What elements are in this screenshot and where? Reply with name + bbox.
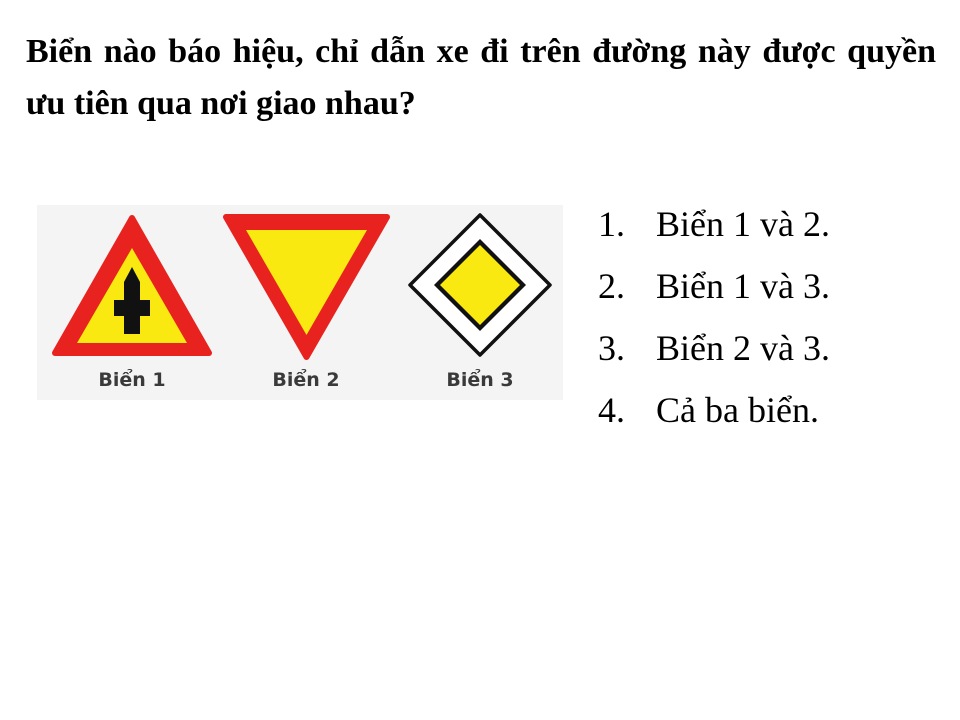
answer-list: 1. Biển 1 và 2. 2. Biển 1 và 3. 3. Biển … (598, 198, 830, 446)
answer-text: Cả ba biển. (656, 390, 819, 430)
priority-intersection-warning-icon (52, 215, 212, 356)
answer-text: Biển 1 và 2. (656, 204, 830, 244)
give-way-icon (223, 214, 390, 360)
answer-number: 3. (598, 328, 625, 368)
sign-1-caption: Biển 1 (98, 369, 166, 391)
answer-option-4[interactable]: 4. Cả ba biển. (598, 384, 830, 446)
answer-option-3[interactable]: 3. Biển 2 và 3. (598, 322, 830, 384)
answer-option-2[interactable]: 2. Biển 1 và 3. (598, 260, 830, 322)
question-text: Biển nào báo hiệu, chỉ dẫn xe đi trên đư… (26, 33, 936, 122)
sign-2-caption: Biển 2 (272, 369, 340, 391)
traffic-signs-image: Biển 1 Biển 2 Biển 3 (37, 205, 563, 400)
answer-number: 4. (598, 390, 625, 430)
answer-number: 1. (598, 204, 625, 244)
answer-number: 2. (598, 266, 625, 306)
answer-option-1[interactable]: 1. Biển 1 và 2. (598, 198, 830, 260)
sign-3-caption: Biển 3 (446, 369, 514, 391)
answer-text: Biển 2 và 3. (656, 328, 830, 368)
answer-text: Biển 1 và 3. (656, 266, 830, 306)
priority-road-icon (408, 213, 552, 357)
